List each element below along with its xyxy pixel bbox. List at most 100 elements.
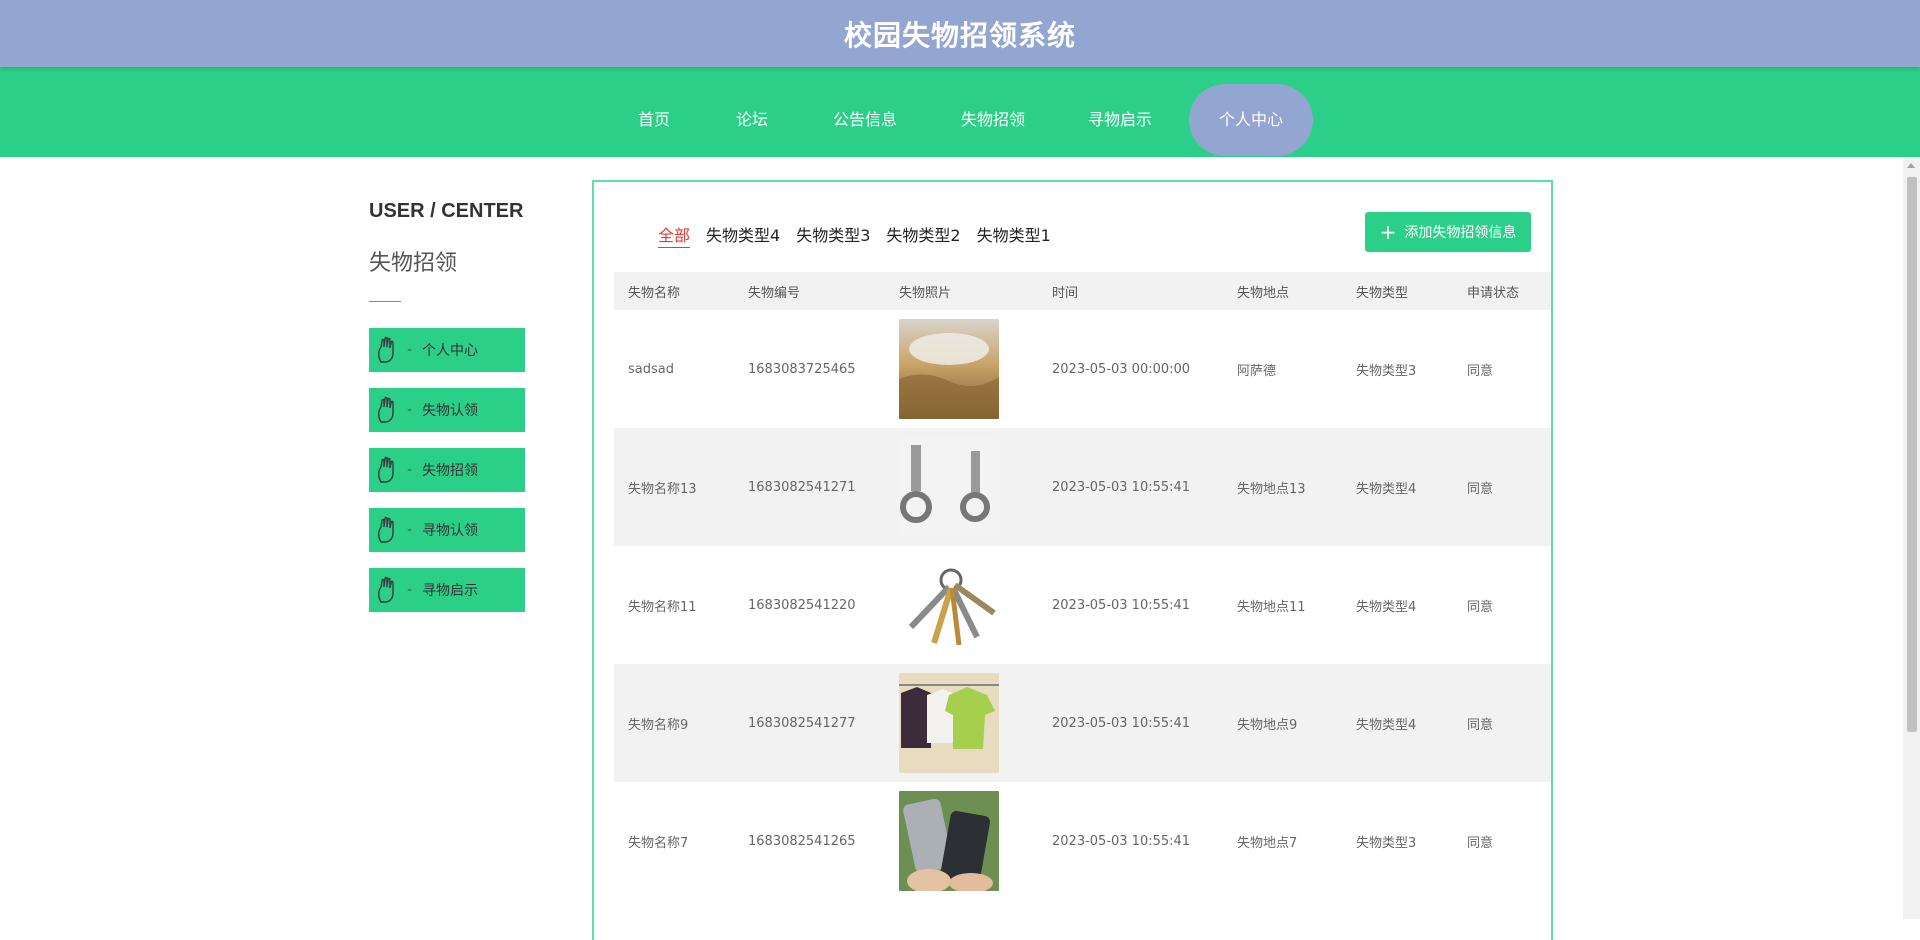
cell-status: 同意 — [1467, 481, 1494, 497]
phones-photo[interactable] — [899, 791, 1038, 891]
scrollbar-thumb[interactable] — [1907, 177, 1917, 732]
cell-photo — [885, 782, 1038, 900]
sidebar-item-2[interactable]: - 失物认领 — [369, 388, 525, 432]
page-scrollbar[interactable] — [1903, 157, 1920, 919]
cell-name: sadsad — [628, 361, 674, 377]
cell-time: 2023-05-03 10:55:41 — [1052, 833, 1191, 849]
cell-status: 同意 — [1467, 835, 1494, 851]
cell-code: 1683082541220 — [748, 597, 856, 613]
cell-code: 1683082541265 — [748, 833, 856, 849]
cell-name: 失物名称9 — [628, 717, 689, 733]
col-type: 失物类型 — [1356, 285, 1409, 301]
sidebar-item-label: 失物招领 — [422, 463, 479, 479]
type-filter-tabs: 全部 失物类型4 失物类型3 失物类型2 失物类型1 — [658, 222, 1067, 248]
cell-status: 同意 — [1467, 363, 1494, 379]
cell-code: 1683083725465 — [748, 361, 856, 377]
keys-photo[interactable] — [899, 437, 1038, 537]
table-row[interactable]: sadsad 1683083725465 2023-05-03 00:00:00 阿萨… — [614, 310, 1551, 428]
hand-icon — [375, 515, 401, 545]
hand-icon — [375, 575, 401, 605]
sidebar: USER / CENTER 失物招领 — [369, 200, 529, 302]
sidebar-dash: - — [407, 342, 413, 358]
cell-code: 1683082541277 — [748, 715, 856, 731]
sidebar-divider — [369, 301, 401, 302]
sidebar-item-5[interactable]: - 寻物启示 — [369, 568, 525, 612]
scroll-up-arrow-icon[interactable] — [1907, 163, 1915, 168]
hand-icon — [375, 455, 401, 485]
col-place: 失物地点 — [1237, 285, 1290, 301]
cell-type: 失物类型4 — [1356, 481, 1417, 497]
content-panel: 全部 失物类型4 失物类型3 失物类型2 失物类型1 + 添加失物招领信息 失物… — [592, 180, 1553, 940]
table-row[interactable]: 失物名称13 1683082541271 2023-05-03 10:55:41 失物… — [614, 428, 1551, 546]
cell-photo — [885, 428, 1038, 546]
cell-type: 失物类型4 — [1356, 599, 1417, 615]
filter-type-3[interactable]: 失物类型3 — [796, 222, 870, 248]
hand-icon — [375, 335, 401, 365]
cell-time: 2023-05-03 10:55:41 — [1052, 715, 1191, 731]
filter-type-2[interactable]: 失物类型2 — [886, 222, 960, 248]
nav-search-notice[interactable]: 寻物启示 — [1075, 84, 1165, 156]
nav-announcements[interactable]: 公告信息 — [820, 84, 910, 156]
cell-status: 同意 — [1467, 717, 1494, 733]
table-row[interactable]: 失物名称11 1683082541220 2023-05-03 10:55:41 失物… — [614, 546, 1551, 664]
add-button-label: 添加失物招领信息 — [1404, 225, 1517, 241]
hand-icon — [375, 395, 401, 425]
nav-home[interactable]: 首页 — [624, 84, 684, 156]
nav-lost-found[interactable]: 失物招领 — [948, 84, 1038, 156]
cell-type: 失物类型3 — [1356, 363, 1417, 379]
cell-time: 2023-05-03 00:00:00 — [1052, 361, 1191, 377]
lost-items-table: 失物名称 失物编号 失物照片 时间 失物地点 失物类型 申请状态 sadsad 1… — [614, 272, 1551, 900]
nav-forum[interactable]: 论坛 — [722, 84, 782, 156]
sidebar-subheading: 失物招领 — [369, 251, 458, 276]
cell-name: 失物名称7 — [628, 835, 689, 851]
main-nav: 首页 论坛 公告信息 失物招领 寻物启示 个人中心 — [0, 67, 1920, 157]
cell-photo — [885, 664, 1038, 782]
sidebar-heading: USER / CENTER — [369, 200, 524, 222]
sidebar-item-label: 失物认领 — [422, 403, 479, 419]
cell-name: 失物名称13 — [628, 481, 697, 497]
sidebar-dash: - — [407, 462, 413, 478]
tshirts-photo[interactable] — [899, 673, 1038, 773]
sidebar-item-1[interactable]: - 个人中心 — [369, 328, 525, 372]
table-header-row: 失物名称 失物编号 失物照片 时间 失物地点 失物类型 申请状态 — [614, 272, 1551, 310]
filter-type-1[interactable]: 失物类型1 — [977, 222, 1051, 248]
cell-status: 同意 — [1467, 599, 1494, 615]
col-status: 申请状态 — [1467, 285, 1520, 301]
cell-time: 2023-05-03 10:55:41 — [1052, 597, 1191, 613]
filter-type-4[interactable]: 失物类型4 — [706, 222, 780, 248]
sidebar-item-label: 个人中心 — [422, 343, 479, 359]
sidebar-dash: - — [407, 582, 413, 598]
plus-icon: + — [1379, 220, 1397, 244]
sidebar-item-label: 寻物认领 — [422, 523, 479, 539]
sidebar-dash: - — [407, 402, 413, 418]
cell-place: 失物地点7 — [1237, 835, 1298, 851]
cell-photo — [885, 546, 1038, 664]
col-time: 时间 — [1052, 285, 1079, 301]
cell-place: 阿萨德 — [1237, 363, 1277, 379]
cell-place: 失物地点9 — [1237, 717, 1298, 733]
sidebar-dash: - — [407, 522, 413, 538]
sidebar-item-label: 寻物启示 — [422, 583, 479, 599]
cell-place: 失物地点13 — [1237, 481, 1306, 497]
sidebar-item-4[interactable]: - 寻物认领 — [369, 508, 525, 552]
cell-type: 失物类型4 — [1356, 717, 1417, 733]
cell-type: 失物类型3 — [1356, 835, 1417, 851]
cell-photo — [885, 310, 1038, 428]
col-name: 失物名称 — [628, 285, 681, 301]
cell-code: 1683082541271 — [748, 479, 856, 495]
site-title: 校园失物招领系统 — [843, 18, 1076, 52]
title-bar: 校园失物招领系统 — [0, 0, 1920, 67]
keyring-photo[interactable] — [899, 555, 1038, 655]
table-row[interactable]: 失物名称7 1683082541265 2023-05-03 10:55:41 失物地… — [614, 782, 1551, 900]
add-lost-item-button[interactable]: + 添加失物招领信息 — [1365, 212, 1531, 252]
waterfall-photo[interactable] — [899, 319, 1038, 419]
col-photo: 失物照片 — [899, 285, 952, 301]
table-row[interactable]: 失物名称9 1683082541277 2023-05-03 10:55:41 失物地… — [614, 664, 1551, 782]
col-code: 失物编号 — [748, 285, 801, 301]
cell-name: 失物名称11 — [628, 599, 697, 615]
sidebar-item-3[interactable]: - 失物招领 — [369, 448, 525, 492]
nav-user-center[interactable]: 个人中心 — [1189, 84, 1313, 156]
cell-place: 失物地点11 — [1237, 599, 1306, 615]
cell-time: 2023-05-03 10:55:41 — [1052, 479, 1191, 495]
filter-all[interactable]: 全部 — [658, 222, 691, 248]
